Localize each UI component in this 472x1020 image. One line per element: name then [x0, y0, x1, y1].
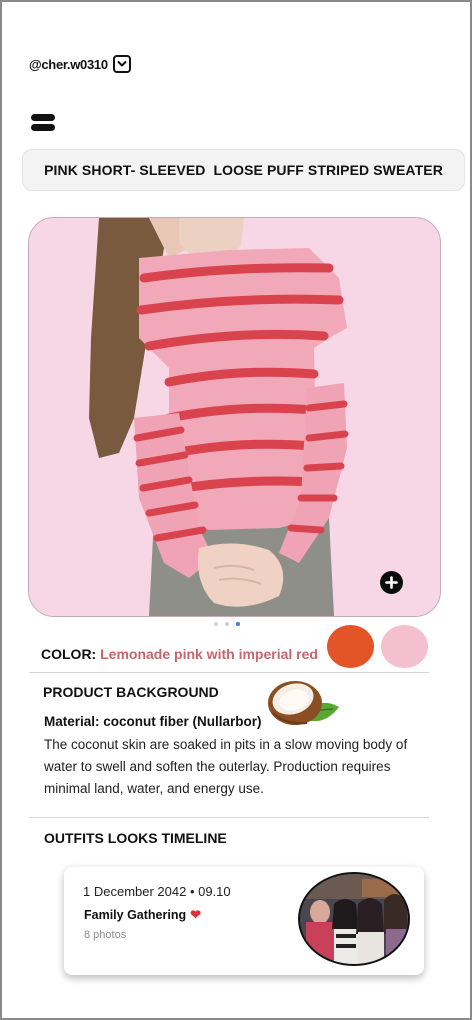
timeline-event: Family Gathering ❤ — [84, 907, 201, 923]
app-screen: @cher.w0310 PINK SHORT- SLEEVED LOOSE PU… — [0, 0, 472, 1020]
timeline-date: 1 December 2042 • 09.10 — [83, 884, 231, 899]
heart-icon: ❤ — [190, 907, 202, 922]
product-title-bar: PINK SHORT- SLEEVED LOOSE PUFF STRIPED S… — [22, 149, 465, 191]
color-value: Lemonade pink with imperial red — [100, 646, 318, 662]
carousel-dot-active[interactable] — [236, 622, 240, 626]
username: @cher.w0310 — [29, 56, 108, 72]
timeline-entry[interactable]: 1 December 2042 • 09.10 Family Gathering… — [64, 867, 424, 975]
product-image[interactable] — [28, 217, 441, 617]
divider — [29, 672, 429, 673]
menu-icon[interactable] — [31, 114, 55, 132]
sweater-photo — [29, 218, 440, 616]
coconut-icon — [268, 681, 339, 725]
color-info: COLOR: Lemonade pink with imperial red — [41, 646, 318, 662]
plus-icon[interactable] — [380, 571, 403, 594]
color-swatch-pink[interactable] — [381, 625, 428, 668]
material-text: Material: coconut fiber (Nullarbor) — [44, 714, 262, 729]
color-swatch-red[interactable] — [327, 625, 374, 668]
carousel-dot[interactable] — [225, 622, 229, 626]
product-title: PINK SHORT- SLEEVED LOOSE PUFF STRIPED S… — [44, 162, 443, 178]
product-background-heading: PRODUCT BACKGROUND — [43, 684, 219, 700]
carousel-dot[interactable] — [214, 622, 218, 626]
divider — [29, 817, 429, 818]
account-switcher[interactable]: @cher.w0310 — [29, 55, 131, 73]
timeline-heading: OUTFITS LOOKS TIMELINE — [44, 830, 227, 846]
color-label: COLOR: — [41, 646, 97, 662]
timeline-event-title: Family Gathering — [84, 908, 187, 922]
timeline-photo[interactable] — [298, 872, 410, 966]
carousel-indicator — [214, 622, 240, 626]
chevron-down-icon[interactable] — [112, 55, 131, 73]
material-description: The coconut skin are soaked in pits in a… — [44, 737, 408, 796]
timeline-photo-count: 8 photos — [84, 929, 127, 941]
